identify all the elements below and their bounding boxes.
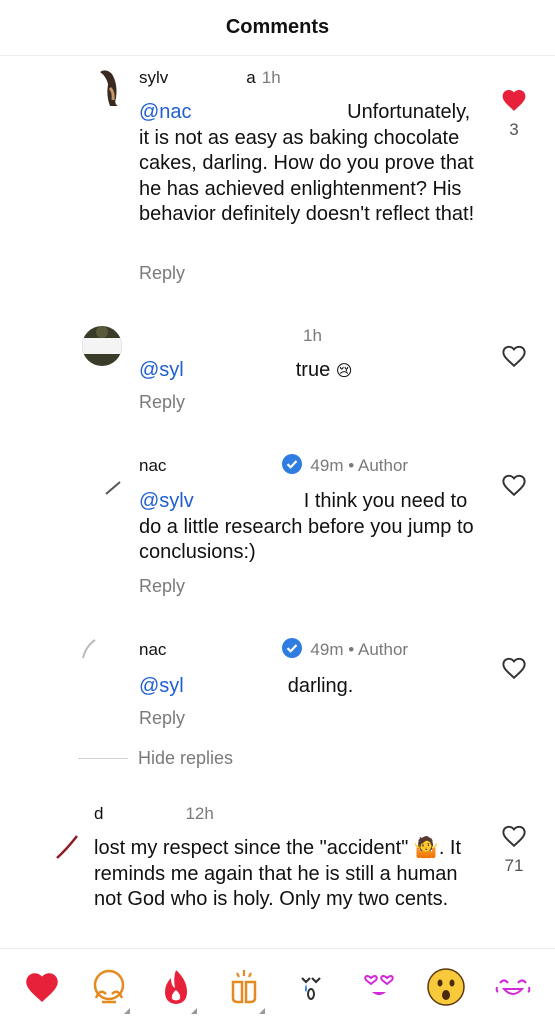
mention[interactable]: @sylv	[139, 490, 194, 512]
comment-text: @syl true 😢	[139, 358, 479, 385]
comment-meta: nac 49m • Author	[139, 638, 408, 660]
username[interactable]: d	[94, 804, 103, 823]
username[interactable]: nac	[139, 456, 166, 475]
mention[interactable]: @syl	[139, 359, 184, 381]
comment-text: @nac Unfortunately, it is not as easy as…	[139, 100, 479, 228]
heart-filled-icon	[502, 90, 526, 111]
author-badge: Author	[357, 640, 409, 659]
page-title: Comments	[225, 16, 330, 38]
comment-meta: sylv a 1h	[139, 68, 281, 88]
username-tail: a	[246, 68, 256, 87]
comment-body: darling.	[287, 675, 354, 697]
author-badge: Author	[357, 456, 409, 475]
comment-body: true	[295, 359, 331, 381]
reply-button[interactable]: Reply	[139, 576, 185, 597]
hide-replies-label: Hide replies	[138, 748, 234, 768]
heart-outline-icon	[502, 657, 526, 680]
reply-button[interactable]: Reply	[139, 263, 185, 284]
username[interactable]: sylv	[139, 68, 168, 87]
crying-emoji-icon: 😢	[335, 363, 353, 380]
comment-meta: 1h	[297, 326, 322, 346]
timestamp: 12h	[185, 804, 214, 823]
shrugging-emoji-icon: 🤷	[413, 837, 439, 859]
like-button[interactable]: 3	[501, 88, 527, 140]
comment-meta: nac 49m • Author	[139, 454, 408, 476]
comment-text: lost my respect since the "accident" 🤷. …	[94, 836, 484, 913]
avatar[interactable]	[80, 638, 98, 660]
like-button[interactable]	[501, 656, 527, 680]
comment-meta: d 12h	[94, 804, 214, 824]
reply-button[interactable]: Reply	[139, 708, 185, 729]
username[interactable]: nac	[139, 640, 166, 659]
fire-emoji[interactable]	[153, 964, 199, 1014]
comments-header: Comments	[0, 0, 555, 56]
timestamp: 49m	[310, 456, 344, 475]
hands-over-face-emoji[interactable]	[86, 964, 132, 1014]
divider	[78, 758, 128, 759]
separator: •	[348, 640, 355, 659]
heart-eyes-emoji[interactable]	[356, 964, 402, 1010]
quick-reaction-bar	[0, 948, 555, 1024]
avatar[interactable]	[82, 326, 122, 366]
timestamp: 49m	[310, 640, 344, 659]
mention[interactable]: @syl	[139, 675, 184, 697]
mention[interactable]: @nac	[139, 101, 192, 123]
verified-badge-icon	[282, 454, 303, 474]
clapping-emoji[interactable]	[221, 964, 267, 1014]
like-count: 3	[509, 120, 519, 139]
reply-button[interactable]: Reply	[139, 392, 185, 413]
avatar[interactable]	[104, 478, 122, 496]
like-button[interactable]: 71	[501, 824, 527, 876]
timestamp: 1h	[261, 68, 281, 87]
avatar[interactable]	[96, 66, 130, 106]
surprised-emoji[interactable]	[423, 964, 469, 1010]
comment-text: @sylv I think you need to do a little res…	[139, 489, 479, 566]
heart-emoji[interactable]	[19, 964, 65, 1010]
verified-badge-icon	[282, 638, 303, 658]
heart-outline-icon	[502, 825, 526, 848]
like-button[interactable]	[501, 344, 527, 368]
hide-replies-button[interactable]: Hide replies	[78, 748, 233, 769]
timestamp: 1h	[303, 326, 322, 345]
heart-outline-icon	[502, 474, 526, 497]
separator: •	[348, 456, 355, 475]
like-button[interactable]	[501, 473, 527, 497]
like-count: 71	[504, 856, 524, 875]
comment-body-a: lost my respect since the "accident"	[94, 837, 409, 859]
laughing-emoji[interactable]	[490, 964, 536, 1010]
crying-emoji[interactable]	[288, 964, 334, 1010]
avatar[interactable]	[54, 832, 80, 860]
comment-text: @syl darling.	[139, 674, 479, 700]
heart-outline-icon	[502, 345, 526, 368]
